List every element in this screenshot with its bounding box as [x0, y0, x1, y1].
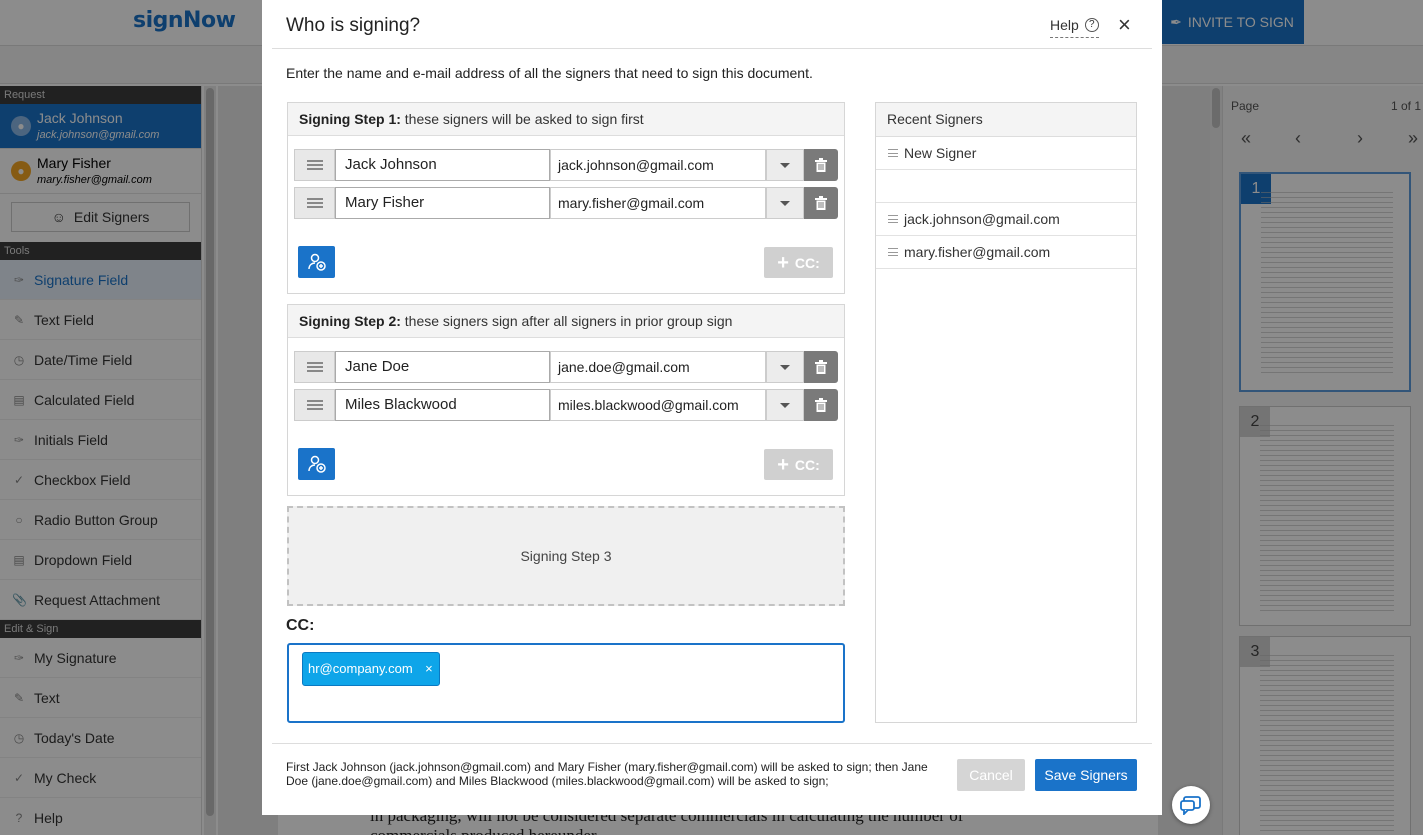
step-subtitle: these signers will be asked to sign firs…	[400, 111, 644, 127]
cc-title: CC:	[286, 617, 315, 634]
chevron-down-icon	[780, 162, 790, 168]
signer-name-input[interactable]: Jane Doe	[335, 351, 550, 383]
trash-icon	[815, 398, 827, 412]
step3-label: Signing Step 3	[520, 548, 612, 564]
email-dropdown-button[interactable]	[766, 351, 804, 383]
add-user-icon	[307, 253, 326, 271]
step-subtitle: these signers sign after all signers in …	[400, 313, 733, 329]
recent-signer-item[interactable]: New Signer	[876, 137, 1136, 170]
help-link[interactable]: Help ?	[1050, 17, 1099, 38]
drag-handle-icon	[888, 248, 898, 256]
divider	[272, 743, 1152, 744]
signer-email-input[interactable]: miles.blackwood@gmail.com	[550, 389, 766, 421]
drag-handle-icon[interactable]	[294, 149, 335, 181]
recent-signer-item[interactable]	[876, 170, 1136, 203]
signing-step-3-dropzone[interactable]: Signing Step 3	[287, 506, 845, 606]
save-signers-button[interactable]: Save Signers	[1035, 759, 1137, 791]
plus-icon: +	[777, 453, 789, 476]
signer-row: Miles Blackwood miles.blackwood@gmail.co…	[294, 389, 839, 421]
recent-signer-label: mary.fisher@gmail.com	[904, 244, 1051, 260]
help-label: Help	[1050, 17, 1079, 33]
delete-signer-button[interactable]	[804, 351, 838, 383]
remove-tag-icon[interactable]: ×	[425, 653, 433, 685]
cc-tag-email: hr@company.com	[308, 661, 413, 676]
step-title: Signing Step 1:	[299, 111, 401, 127]
signer-name-input[interactable]: Mary Fisher	[335, 187, 550, 219]
recent-signer-item[interactable]: mary.fisher@gmail.com	[876, 236, 1136, 269]
chevron-down-icon	[780, 200, 790, 206]
recent-signer-label: jack.johnson@gmail.com	[904, 211, 1060, 227]
drag-handle-icon	[888, 215, 898, 223]
signer-row: Jane Doe jane.doe@gmail.com	[294, 351, 839, 383]
dialog-title: Who is signing?	[286, 15, 421, 36]
drag-handle-icon[interactable]	[294, 389, 335, 421]
cc-input[interactable]: hr@company.com ×	[287, 643, 845, 723]
email-dropdown-button[interactable]	[766, 149, 804, 181]
dialog-instructions: Enter the name and e-mail address of all…	[286, 65, 813, 81]
email-dropdown-button[interactable]	[766, 187, 804, 219]
who-is-signing-dialog: Who is signing? Help ? × Enter the name …	[262, 0, 1162, 815]
step-header: Signing Step 1: these signers will be as…	[288, 103, 844, 136]
drag-handle-icon[interactable]	[294, 351, 335, 383]
signer-row: Mary Fisher mary.fisher@gmail.com	[294, 187, 839, 219]
delete-signer-button[interactable]	[804, 389, 838, 421]
delete-signer-button[interactable]	[804, 187, 838, 219]
add-user-icon	[307, 455, 326, 473]
trash-icon	[815, 158, 827, 172]
trash-icon	[815, 196, 827, 210]
signing-step-1: Signing Step 1: these signers will be as…	[287, 102, 845, 294]
recent-signers-panel: Recent Signers New Signer jack.johnson@g…	[875, 102, 1137, 723]
drag-handle-icon	[888, 149, 898, 157]
chat-icon	[1180, 796, 1201, 815]
question-icon: ?	[1084, 18, 1099, 32]
signer-email-input[interactable]: mary.fisher@gmail.com	[550, 187, 766, 219]
step-header: Signing Step 2: these signers sign after…	[288, 305, 844, 338]
signer-email-input[interactable]: jack.johnson@gmail.com	[550, 149, 766, 181]
divider	[272, 48, 1152, 49]
add-cc-button[interactable]: + CC:	[764, 449, 833, 480]
close-icon[interactable]: ×	[1118, 13, 1131, 37]
trash-icon	[815, 360, 827, 374]
signing-order-summary: First Jack Johnson (jack.johnson@gmail.c…	[286, 760, 928, 788]
signer-email-input[interactable]: jane.doe@gmail.com	[550, 351, 766, 383]
signing-step-2: Signing Step 2: these signers sign after…	[287, 304, 845, 496]
drag-handle-icon[interactable]	[294, 187, 335, 219]
signer-row: Jack Johnson jack.johnson@gmail.com	[294, 149, 839, 181]
add-signer-button[interactable]	[298, 448, 335, 480]
signer-name-input[interactable]: Jack Johnson	[335, 149, 550, 181]
chat-button[interactable]	[1172, 786, 1210, 824]
recent-signers-title: Recent Signers	[876, 103, 1136, 137]
cancel-button[interactable]: Cancel	[957, 759, 1025, 791]
cc-tag: hr@company.com ×	[302, 652, 440, 686]
add-cc-button[interactable]: + CC:	[764, 247, 833, 278]
chevron-down-icon	[780, 402, 790, 408]
recent-signer-label: New Signer	[904, 145, 977, 161]
email-dropdown-button[interactable]	[766, 389, 804, 421]
add-signer-button[interactable]	[298, 246, 335, 278]
recent-signer-item[interactable]: jack.johnson@gmail.com	[876, 203, 1136, 236]
cc-button-label: CC:	[794, 456, 820, 473]
plus-icon: +	[777, 251, 789, 274]
delete-signer-button[interactable]	[804, 149, 838, 181]
signer-name-input[interactable]: Miles Blackwood	[335, 389, 550, 421]
chevron-down-icon	[780, 364, 790, 370]
cc-button-label: CC:	[794, 254, 820, 271]
step-title: Signing Step 2:	[299, 313, 401, 329]
